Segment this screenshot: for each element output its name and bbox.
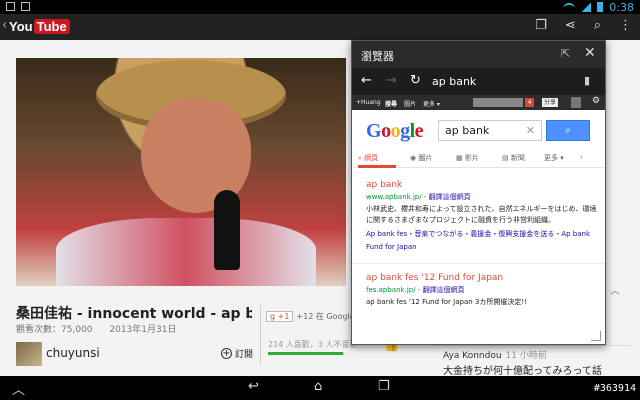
channel-avatar[interactable] <box>16 342 42 366</box>
search-results: ap bank www.apbank.jp/ - 翻譯這個網頁 小林武史、櫻井和… <box>352 168 605 308</box>
search-icon: ⌕ <box>358 154 362 162</box>
search-result: ap bank fes '12 Fund for Japan fes.apban… <box>366 273 597 308</box>
collapse-chevron-icon[interactable]: ︿ <box>610 282 620 297</box>
comment-time: 11 小時前 <box>505 351 547 361</box>
tab-web[interactable]: ⌕ 網頁 <box>358 153 378 163</box>
google-tabs: ⌕ 網頁 ◉ 圖片 ▦ 影片 ▤ 新聞 更多 ▾ › <box>352 148 605 168</box>
search-result: ap bank www.apbank.jp/ - 翻譯這個網頁 小林武史、櫻井和… <box>366 180 597 254</box>
search-icon[interactable]: ⌕ <box>594 18 601 33</box>
popup-title-bar[interactable]: 瀏覽器 ⇱ ✕ <box>352 41 605 68</box>
url-field[interactable]: ap bank <box>432 75 476 88</box>
reload-icon[interactable]: ↻ <box>410 73 421 88</box>
clock: 0:38 <box>609 0 634 14</box>
video-player[interactable] <box>16 58 346 286</box>
comment-user[interactable]: Aya Konndou <box>443 351 502 361</box>
image-notification-icon <box>21 2 30 11</box>
address-bar: ← → ↻ ap bank ▮ <box>352 68 605 95</box>
recent-apps-icon[interactable]: ❐ <box>378 379 390 394</box>
result-divider <box>352 263 605 264</box>
translate-link[interactable]: 翻譯這個網頁 <box>423 286 465 294</box>
translate-link[interactable]: 翻譯這個網頁 <box>429 193 471 201</box>
gear-icon[interactable]: ⚙ <box>592 96 600 106</box>
result-title[interactable]: ap bank <box>366 180 597 190</box>
wifi-icon <box>563 2 576 12</box>
resize-handle[interactable] <box>591 331 601 341</box>
gbar-user[interactable]: +Huang <box>356 99 381 106</box>
tab-videos[interactable]: ▦ 影片 <box>456 153 479 163</box>
like-ratio-bar <box>268 352 344 355</box>
gbar-avatar[interactable] <box>571 97 581 108</box>
notification-badge[interactable]: 4 <box>525 98 534 107</box>
popup-title: 瀏覽器 <box>361 50 394 63</box>
news-icon: ▤ <box>502 154 509 162</box>
tab-more[interactable]: 更多 ▾ <box>544 153 564 163</box>
like-ratio-fill <box>268 352 343 355</box>
window-icon[interactable]: ❐ <box>535 18 547 33</box>
likes-text: 214 人喜歡，3 人不喜歡 <box>268 340 358 349</box>
gbar-search-box[interactable] <box>473 98 523 107</box>
google-search-button[interactable]: ⌕ <box>546 120 590 141</box>
video-frame-microphone <box>214 190 240 270</box>
comment-header: Aya Konndou 11 小時前 <box>443 348 547 361</box>
status-bar: 0:38 <box>0 0 640 14</box>
result-url-row: www.apbank.jp/ - 翻譯這個網頁 <box>366 193 471 201</box>
comment-divider <box>432 345 632 346</box>
back-icon[interactable]: ↩ <box>248 379 259 394</box>
camera-icon: ◉ <box>410 154 417 162</box>
result-url-row: fes.apbank.jp/ - 翻譯這個網頁 <box>366 286 465 294</box>
forward-arrow-icon[interactable]: → <box>386 73 397 88</box>
signal-icon <box>581 2 592 12</box>
view-count: 觀看次數：75,000 <box>16 325 93 335</box>
watermark: #363914 <box>593 383 636 394</box>
gbar-more[interactable]: 更多 ▾ <box>423 99 440 108</box>
youtube-logo[interactable]: You Tube <box>9 19 70 34</box>
subscribe-button[interactable]: + 訂閱 <box>221 347 253 360</box>
plus-circle-icon: + <box>221 348 232 359</box>
google-plus-icon: g <box>270 312 276 321</box>
divider <box>260 305 261 365</box>
tab-news[interactable]: ▤ 新聞 <box>502 153 525 163</box>
result-snippet: 小林武史、櫻井和寿によって設立された、自然エネルギーをはじめ、環境に関するさまざ… <box>366 205 597 224</box>
channel-row: chuyunsi + 訂閱 <box>16 342 256 366</box>
video-frame-shirt <box>56 218 316 286</box>
gbar-search[interactable]: 搜尋 <box>385 99 397 108</box>
bookmark-icon[interactable]: ▮ <box>584 74 590 87</box>
google-search-row: Google ap bank ✕ ⌕ <box>352 110 605 148</box>
channel-name[interactable]: chuyunsi <box>46 346 100 360</box>
share-icon[interactable]: ⋖ <box>565 18 576 33</box>
close-icon[interactable]: ✕ <box>584 45 596 61</box>
result-title[interactable]: ap bank fes '12 Fund for Japan <box>366 273 597 283</box>
open-external-icon[interactable]: ⇱ <box>561 47 570 60</box>
comment-text: 大金持ちが何十億配ってみろって話 <box>443 366 602 377</box>
gbar-share[interactable]: 分享 <box>542 98 559 107</box>
upload-date: 2013年1月31日 <box>109 325 177 335</box>
result-snippet: ap bank fes '12 Fund for Japan 3カ所開催決定!! <box>366 298 527 306</box>
tabs-scroll-right-icon[interactable]: › <box>580 153 583 161</box>
system-nav-bar: ︿ ↩ ⌂ ❐ <box>0 376 640 400</box>
result-sitelinks[interactable]: Ap bank fes・音楽でつながる・義援金・復興支援金を送る・Ap bank… <box>366 228 597 254</box>
film-icon: ▦ <box>456 154 463 162</box>
google-bar: +Huang 搜尋 圖片 更多 ▾ 4 分享 ⚙ <box>352 95 605 110</box>
battery-icon <box>597 2 604 12</box>
home-icon[interactable]: ⌂ <box>314 379 322 394</box>
video-meta: 觀看次數：75,000 2013年1月31日 <box>16 322 190 335</box>
expand-up-icon[interactable]: ︿ <box>12 379 25 398</box>
back-arrow-icon[interactable]: ← <box>361 73 372 88</box>
overflow-menu-icon[interactable]: ⋮ <box>619 18 632 33</box>
clear-icon[interactable]: ✕ <box>526 124 535 137</box>
notification-icon <box>6 2 15 11</box>
youtube-action-bar: ‹ You Tube ❐ ⋖ ⌕ ⋮ <box>0 14 640 40</box>
video-title: 桑田佳祐 - innocent world - ap bank... <box>16 306 252 322</box>
tab-images[interactable]: ◉ 圖片 <box>410 153 432 163</box>
screen: 0:38 ‹ You Tube ❐ ⋖ ⌕ ⋮ 桑田佳祐 - innocent w… <box>0 0 640 400</box>
google-plus-one-button[interactable]: g +1 <box>266 311 294 322</box>
google-search-input[interactable]: ap bank ✕ <box>438 120 542 141</box>
search-icon: ⌕ <box>565 125 571 136</box>
browser-popup[interactable]: 瀏覽器 ⇱ ✕ ← → ↻ ap bank ▮ +Huang 搜尋 圖片 更多 … <box>351 40 606 345</box>
gbar-images[interactable]: 圖片 <box>404 99 416 108</box>
google-logo[interactable]: Google <box>366 120 424 143</box>
back-chevron-icon[interactable]: ‹ <box>2 18 7 33</box>
